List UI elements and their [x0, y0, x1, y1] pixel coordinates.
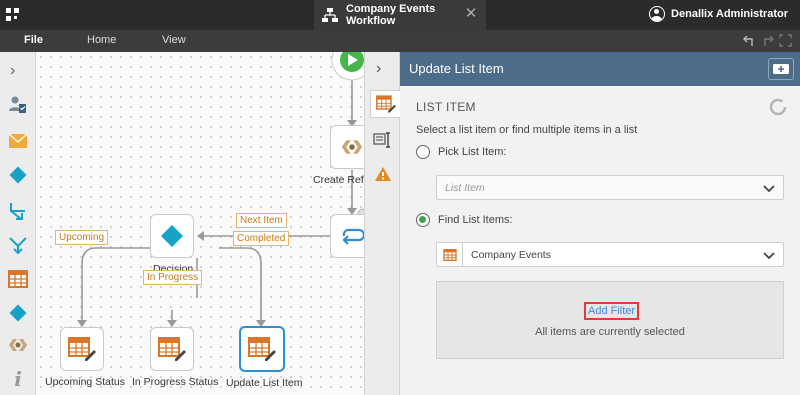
expand-panel-icon [773, 64, 789, 74]
create-reference-node[interactable] [330, 125, 364, 169]
list-select[interactable]: Company Events [436, 242, 784, 267]
merge-icon[interactable] [0, 230, 36, 260]
filter-area: Add Filter All items are currently selec… [436, 281, 784, 359]
menu-file[interactable]: File [24, 34, 43, 46]
refresh-icon[interactable] [768, 97, 788, 117]
list-item-edit-icon [248, 337, 276, 361]
list-item-edit-icon [68, 337, 96, 361]
decision-icon[interactable] [0, 160, 36, 190]
info-icon[interactable]: i [0, 364, 36, 394]
list-item-select[interactable]: List Item [436, 175, 784, 200]
tab-warnings[interactable] [369, 160, 397, 188]
list-item-edit-icon [376, 95, 396, 113]
list-select-value: Company Events [471, 249, 551, 261]
list-item-edit-icon [158, 337, 186, 361]
tab-label-properties[interactable] [369, 126, 397, 154]
add-filter-link[interactable]: Add Filter [584, 302, 640, 320]
section-description: Select a list item or find multiple item… [416, 124, 638, 136]
tag-next-item: Next Item [236, 213, 287, 228]
tag-completed: Completed [233, 231, 290, 246]
update-list-item-label: Update List Item [226, 377, 303, 389]
decision-icon [160, 224, 184, 248]
pick-list-item-label: Pick List Item: [438, 146, 507, 158]
chevron-down-icon [763, 185, 775, 193]
panel-options-button[interactable] [768, 58, 794, 80]
tab-company-events-workflow[interactable]: Company Events Workflow ✕ [314, 0, 486, 30]
chevron-right-icon[interactable]: › [10, 62, 15, 80]
filter-status-text: All items are currently selected [535, 326, 685, 338]
loop-icon [342, 228, 364, 245]
workflow-icon [322, 7, 338, 23]
in-progress-status-label: In Progress Status [132, 376, 219, 388]
panel-splitter: › [364, 52, 401, 395]
workflow-designer: Company Events Workflow ✕ Denallix Admin… [0, 0, 800, 395]
app-grid-icon[interactable] [6, 8, 20, 22]
properties-panel: Update List Item LIST ITEM Select a list… [400, 52, 800, 395]
create-reference-label: Create Refe [313, 174, 364, 186]
warning-icon [375, 167, 391, 181]
title-bar: Company Events Workflow ✕ Denallix Admin… [0, 0, 800, 30]
tag-in-progress: In Progress [143, 270, 203, 285]
update-list-item-node[interactable] [239, 326, 285, 372]
split-icon[interactable] [0, 196, 36, 226]
list-item-icon[interactable] [0, 264, 36, 294]
chevron-right-icon[interactable]: › [376, 60, 381, 78]
find-list-items-radio[interactable] [416, 213, 430, 227]
maximize-icon[interactable] [779, 34, 792, 47]
user-name: Denallix Administrator [671, 8, 788, 20]
reference-icon [341, 140, 363, 154]
menu-home[interactable]: Home [87, 34, 116, 46]
toolbox: › i [0, 52, 36, 395]
list-icon [437, 243, 463, 266]
pick-list-item-radio[interactable] [416, 145, 430, 159]
user-task-icon[interactable] [0, 90, 36, 120]
upcoming-status-node[interactable] [60, 327, 104, 371]
tab-list-item-properties[interactable] [370, 90, 401, 118]
workflow-canvas[interactable]: Create Refe Decision Next Item Completed… [36, 52, 364, 395]
user-avatar-icon [649, 6, 666, 22]
section-title: LIST ITEM [416, 100, 476, 114]
upcoming-status-label: Upcoming Status [45, 376, 125, 388]
list-item-placeholder: List Item [445, 182, 485, 194]
redo-icon[interactable] [761, 34, 774, 47]
menu-view[interactable]: View [162, 34, 186, 46]
decision-node[interactable] [150, 214, 194, 258]
chevron-down-icon [763, 252, 775, 260]
undo-icon[interactable] [743, 34, 756, 47]
find-list-items-label: Find List Items: [438, 214, 513, 226]
user-menu[interactable]: Denallix Administrator [649, 6, 788, 22]
panel-title: Update List Item [409, 61, 504, 76]
tag-upcoming: Upcoming [55, 230, 109, 245]
reference-icon[interactable] [0, 330, 36, 360]
menu-bar: File Home View [0, 30, 800, 52]
email-icon[interactable] [0, 126, 36, 156]
text-cursor-icon [373, 132, 390, 148]
loop-node[interactable] [330, 214, 364, 258]
panel-header: Update List Item [400, 52, 800, 86]
close-icon[interactable]: ✕ [464, 6, 478, 21]
decision-icon[interactable] [0, 298, 36, 328]
in-progress-status-node[interactable] [150, 327, 194, 371]
